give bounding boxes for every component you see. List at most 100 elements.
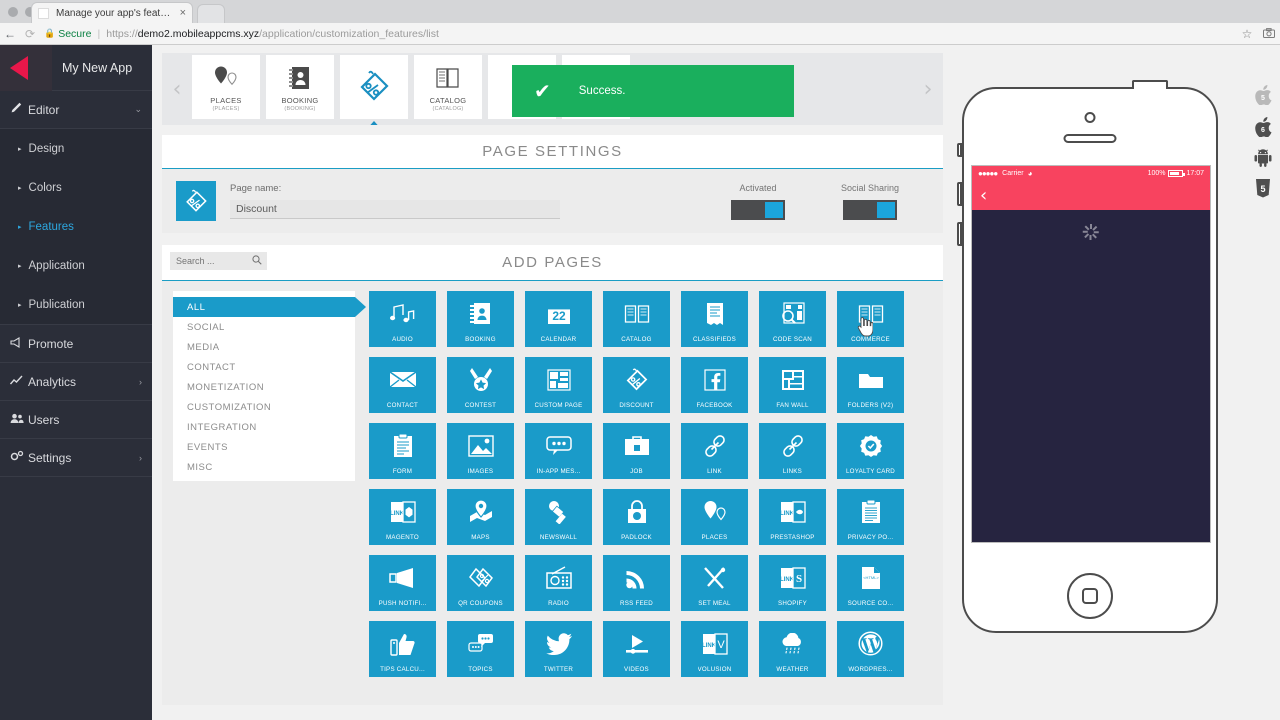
carousel-item-discount-active[interactable]: ◂▸ ✖	[340, 53, 408, 125]
category-social[interactable]: SOCIAL	[173, 317, 355, 337]
delete-icon[interactable]: ✖	[395, 53, 404, 55]
tile-places[interactable]: PLACES	[681, 489, 748, 545]
close-window-button[interactable]	[8, 7, 18, 17]
tile-padlock[interactable]: PADLOCK	[603, 489, 670, 545]
tile-facebook[interactable]: FACEBOOK	[681, 357, 748, 413]
tile-source-code[interactable]: <HTML> SOURCE CO...	[837, 555, 904, 611]
tile-loyalty-card[interactable]: LOYALTY CARD	[837, 423, 904, 479]
sidebar-item-promote[interactable]: Promote	[0, 325, 152, 363]
tile-volusion[interactable]: LINK V VOLUSION	[681, 621, 748, 677]
tile-videos[interactable]: VIDEOS	[603, 621, 670, 677]
category-events[interactable]: EVENTS	[173, 437, 355, 457]
sidebar-item-colors[interactable]: ▸ Colors	[0, 168, 152, 207]
category-contact[interactable]: CONTACT	[173, 357, 355, 377]
tile-folders-v2[interactable]: FOLDERS (V2)	[837, 357, 904, 413]
sidebar-item-features[interactable]: ▸ Features	[0, 207, 152, 246]
brand-header[interactable]: My New App	[0, 44, 152, 91]
link-door-icon: LINK V	[702, 621, 728, 666]
tile-qr-coupons[interactable]: QR COUPONS	[447, 555, 514, 611]
home-button[interactable]	[1067, 573, 1113, 619]
tile-contest[interactable]: CONTEST	[447, 357, 514, 413]
tile-prestashop[interactable]: LINK PRESTASHOP	[759, 489, 826, 545]
page-title: PAGE SETTINGS	[482, 143, 623, 160]
activated-toggle[interactable]	[730, 199, 785, 220]
sidebar-item-design[interactable]: ▸ Design	[0, 129, 152, 168]
tile-privacy-policy[interactable]: PRIVACY PO...	[837, 489, 904, 545]
tile-weather[interactable]: WEATHER	[759, 621, 826, 677]
tile-images[interactable]: IMAGES	[447, 423, 514, 479]
search-icon[interactable]	[252, 254, 262, 268]
volume-up-button[interactable]	[957, 182, 962, 206]
sidebar-item-settings[interactable]: Settings ›	[0, 439, 152, 477]
address-bar[interactable]: 🔒 Secure | https://demo2.mobileappcms.xy…	[44, 26, 1230, 42]
category-integration[interactable]: INTEGRATION	[173, 417, 355, 437]
window-traffic-lights[interactable]	[8, 7, 35, 17]
html5-icon[interactable]: 5	[1255, 179, 1271, 198]
carousel-item-catalog[interactable]: CATALOG (CATALOG)	[414, 55, 482, 119]
move-handle-icon[interactable]: ◂▸	[344, 53, 353, 54]
android-icon[interactable]	[1254, 149, 1272, 167]
back-icon[interactable]: ←	[0, 28, 20, 40]
category-misc[interactable]: MISC	[173, 457, 355, 477]
tile-code-scan[interactable]: CODE SCAN	[759, 291, 826, 347]
search-input[interactable]	[176, 256, 252, 266]
tile-radio[interactable]: RADIO	[525, 555, 592, 611]
carousel-item-places[interactable]: PLACES (PLACES)	[192, 55, 260, 119]
tile-tips-calculator[interactable]: TIPS CALCU...	[369, 621, 436, 677]
category-all[interactable]: ALL	[173, 297, 366, 317]
thumbs-up-icon	[390, 621, 415, 666]
tile-newswall[interactable]: NEWSWALL	[525, 489, 592, 545]
tile-shopify[interactable]: LINK S SHOPIFY	[759, 555, 826, 611]
tile-calendar[interactable]: 22 CALENDAR	[525, 291, 592, 347]
page-name-input[interactable]	[230, 200, 560, 219]
tile-booking[interactable]: BOOKING	[447, 291, 514, 347]
new-tab-button[interactable]	[198, 5, 224, 23]
tile-form[interactable]: FORM	[369, 423, 436, 479]
volume-down-button[interactable]	[957, 222, 962, 246]
sidebar-item-application[interactable]: ▸ Application	[0, 246, 152, 285]
tile-fan-wall[interactable]: FAN WALL	[759, 357, 826, 413]
tile-in-app-messaging[interactable]: IN-APP MES...	[525, 423, 592, 479]
tile-discount[interactable]: DISCOUNT	[603, 357, 670, 413]
tile-push-notification[interactable]: PUSH NOTIFI...	[369, 555, 436, 611]
tile-rss-feed[interactable]: RSS FEED	[603, 555, 670, 611]
apple-6-icon[interactable]: 6	[1254, 117, 1272, 137]
tile-wordpress[interactable]: WORDPRES...	[837, 621, 904, 677]
tile-classifieds[interactable]: CLASSIFIEDS	[681, 291, 748, 347]
add-pages-panel: ADD PAGES ALL SOCIAL MEDIA CONTACT MONET…	[162, 245, 943, 705]
tile-job[interactable]: JOB	[603, 423, 670, 479]
category-monetization[interactable]: MONETIZATION	[173, 377, 355, 397]
category-media[interactable]: MEDIA	[173, 337, 355, 357]
sidebar-item-analytics[interactable]: Analytics ›	[0, 363, 152, 401]
carousel-prev-icon[interactable]: ‹	[162, 77, 192, 102]
apple-5-icon[interactable]: 5	[1254, 85, 1272, 105]
sidebar-item-publication[interactable]: ▸ Publication	[0, 285, 152, 324]
tile-maps[interactable]: MAPS	[447, 489, 514, 545]
back-icon[interactable]: ‹	[980, 185, 987, 206]
browser-tab[interactable]: Manage your app's features ×	[32, 3, 192, 23]
reload-icon[interactable]: ⟳	[20, 28, 40, 40]
tile-twitter[interactable]: TWITTER	[525, 621, 592, 677]
tile-set-meal[interactable]: SET MEAL	[681, 555, 748, 611]
carousel-next-icon[interactable]: ›	[913, 77, 943, 102]
tile-magento[interactable]: LINK MAGENTO	[369, 489, 436, 545]
tile-topics[interactable]: TOPICS	[447, 621, 514, 677]
tile-links[interactable]: LINKS	[759, 423, 826, 479]
svg-text:S: S	[795, 573, 801, 585]
silent-switch[interactable]	[957, 143, 962, 157]
social-sharing-toggle[interactable]	[842, 199, 897, 220]
tile-custom-page[interactable]: CUSTOM PAGE	[525, 357, 592, 413]
sidebar-item-editor[interactable]: Editor ⌄	[0, 91, 152, 129]
tile-audio[interactable]: AUDIO	[369, 291, 436, 347]
carousel-item-booking[interactable]: BOOKING (BOOKING)	[266, 55, 334, 119]
tile-catalog[interactable]: CATALOG	[603, 291, 670, 347]
close-icon[interactable]: ×	[180, 7, 186, 19]
sidebar-item-users[interactable]: Users	[0, 401, 152, 439]
bookmark-star-icon[interactable]: ☆	[1236, 27, 1258, 41]
chevron-right-icon: ▸	[18, 223, 22, 231]
tile-contact[interactable]: CONTACT	[369, 357, 436, 413]
search-box[interactable]	[170, 252, 267, 270]
category-customization[interactable]: CUSTOMIZATION	[173, 397, 355, 417]
camera-icon[interactable]	[1258, 27, 1280, 41]
tile-link[interactable]: LINK	[681, 423, 748, 479]
